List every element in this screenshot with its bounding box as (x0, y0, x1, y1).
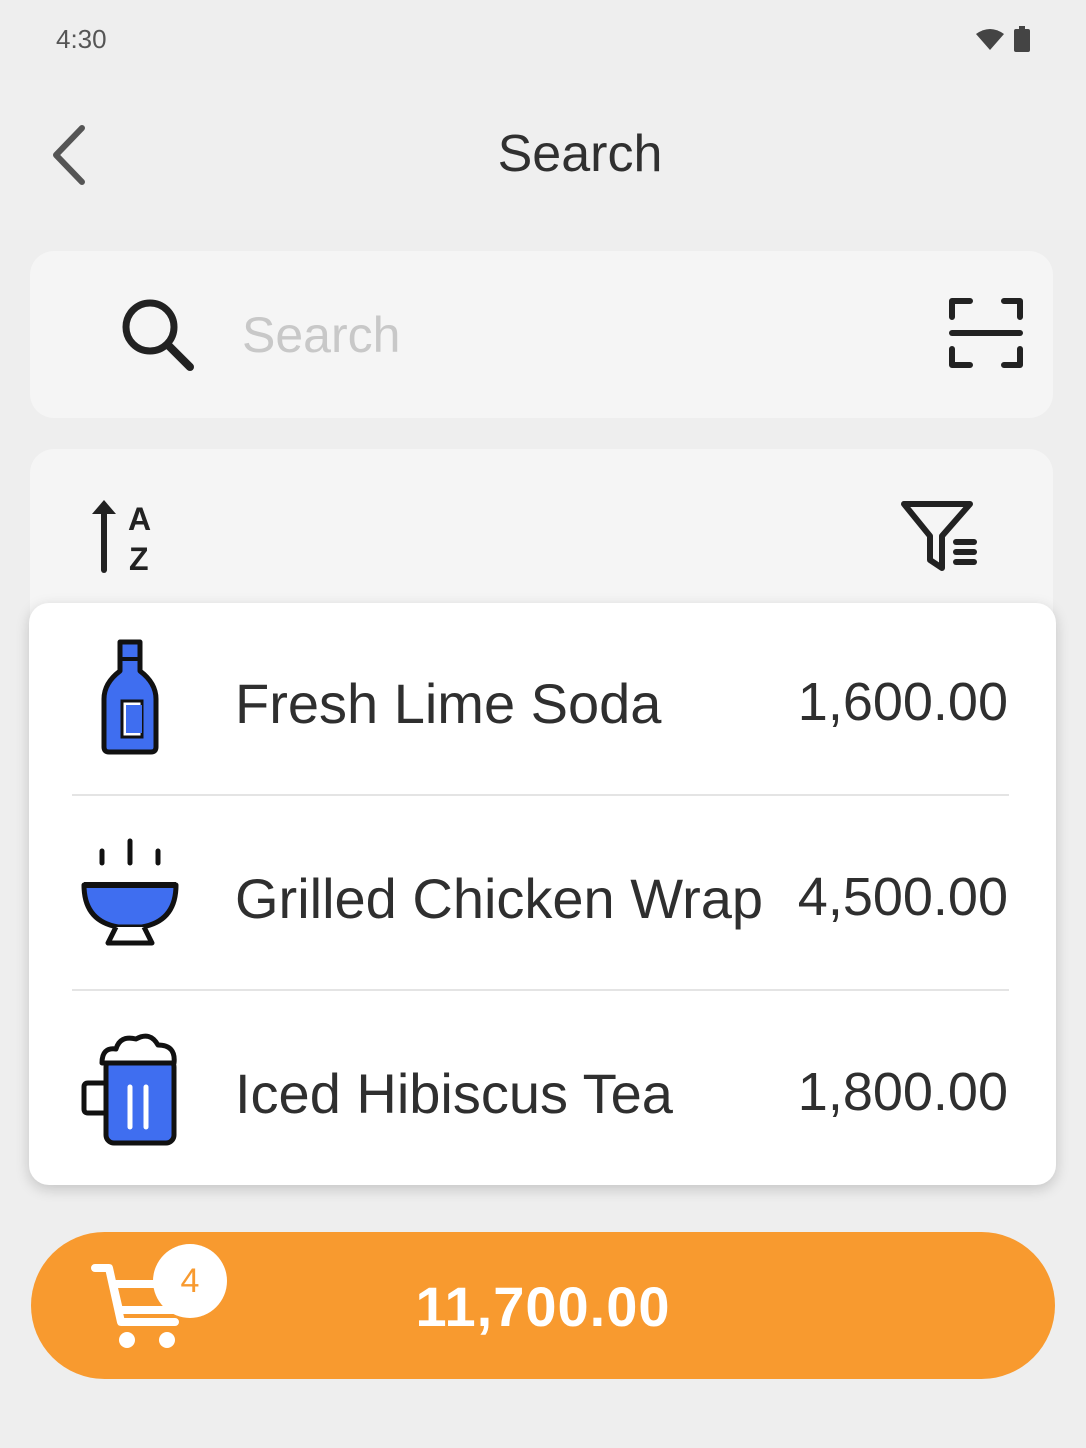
status-icons (976, 26, 1030, 52)
item-price: 1,600.00 (797, 672, 1008, 732)
filter-list-icon (901, 501, 977, 571)
results-list: Fresh Lime Soda 1,600.00 Grilled Chicken… (29, 603, 1056, 1185)
bowl-icon (75, 830, 185, 955)
cart-total: 11,700.00 (415, 1275, 671, 1338)
svg-text:Z: Z (129, 541, 149, 577)
divider (72, 794, 1009, 796)
filter-button[interactable] (898, 496, 982, 579)
bottle-icon (75, 635, 185, 760)
mug-icon (75, 1025, 185, 1150)
status-time: 4:30 (56, 24, 107, 54)
divider (72, 989, 1009, 991)
item-price: 4,500.00 (797, 867, 1008, 927)
cart-checkout-button[interactable]: 4 11,700.00 (31, 1232, 1055, 1379)
barcode-scan-icon (949, 298, 1023, 368)
item-name: Fresh Lime Soda (235, 672, 662, 735)
sort-a-z-icon: A Z (92, 500, 151, 577)
battery-icon (1014, 26, 1030, 52)
wifi-icon (976, 29, 1004, 50)
list-item[interactable]: Grilled Chicken Wrap 4,500.00 (29, 798, 1056, 993)
svg-text:A: A (128, 501, 151, 537)
scan-button[interactable] (948, 295, 1026, 378)
page-title: Search (497, 125, 663, 183)
app-bar: Search (0, 80, 1086, 230)
list-item[interactable]: Fresh Lime Soda 1,600.00 (29, 603, 1056, 798)
item-name: Iced Hibiscus Tea (235, 1062, 673, 1125)
item-price: 1,800.00 (797, 1062, 1008, 1122)
search-input[interactable] (240, 299, 944, 371)
sort-button[interactable]: A Z (84, 494, 164, 583)
status-bar: 4:30 (0, 0, 1086, 80)
search-bar (30, 251, 1053, 418)
search-icon (122, 299, 194, 371)
item-name: Grilled Chicken Wrap (235, 867, 764, 930)
list-item[interactable]: Iced Hibiscus Tea 1,800.00 (29, 993, 1056, 1188)
